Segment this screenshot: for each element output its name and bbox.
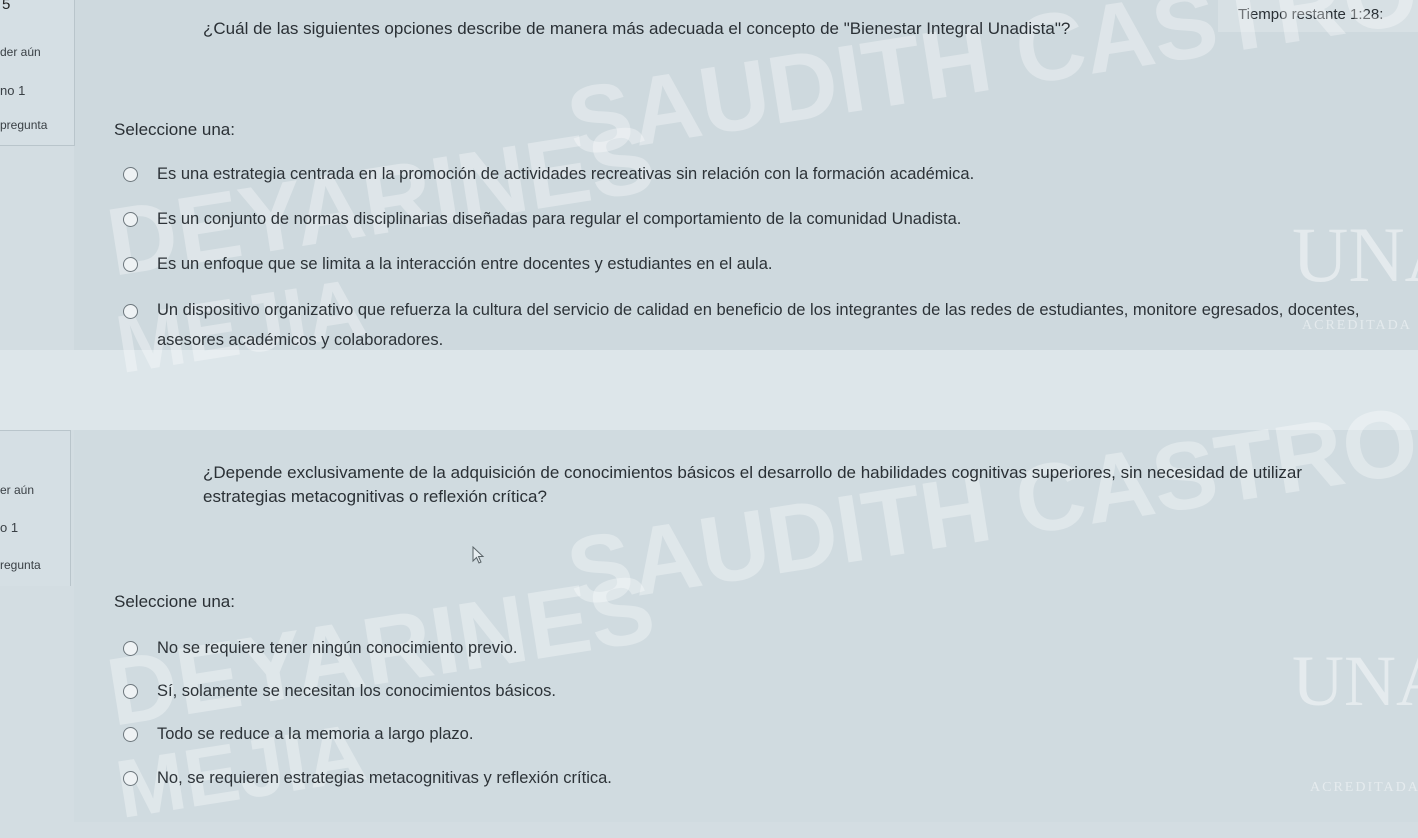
option-label: Es un conjunto de normas disciplinarias … (157, 210, 962, 228)
question-1-status: der aún (0, 45, 41, 59)
option-label: Es un enfoque que se limita a la interac… (157, 255, 773, 273)
radio-button[interactable] (123, 304, 138, 319)
question-1-option-d[interactable]: Un dispositivo organizativo que refuerza… (123, 299, 1409, 355)
question-1-select-label: Seleccione una: (114, 120, 235, 139)
question-2-option-a[interactable]: No se requiere tener ningún conocimiento… (123, 636, 517, 660)
radio-button[interactable] (123, 212, 138, 227)
question-1-option-c[interactable]: Es un enfoque que se limita a la interac… (123, 252, 772, 276)
question-2-flag-link[interactable]: regunta (0, 558, 41, 572)
question-1-flag-link[interactable]: pregunta (0, 118, 47, 132)
question-2-status: er aún (0, 483, 35, 497)
question-1-number: no 1 (0, 83, 26, 98)
question-2-option-c[interactable]: Todo se reduce a la memoria a largo plaz… (123, 722, 473, 746)
question-2-select-label: Seleccione una: (114, 592, 235, 611)
question-2-option-b[interactable]: Sí, solamente se necesitan los conocimie… (123, 679, 556, 703)
option-label: Es una estrategia centrada en la promoci… (157, 165, 975, 183)
radio-button[interactable] (123, 257, 138, 272)
question-separator (0, 350, 1418, 430)
radio-button[interactable] (123, 167, 138, 182)
question-1-option-a[interactable]: Es una estrategia centrada en la promoci… (123, 162, 974, 186)
question-1-option-b[interactable]: Es un conjunto de normas disciplinarias … (123, 207, 961, 231)
question-2-option-d[interactable]: No, se requieren estrategias metacogniti… (123, 766, 612, 790)
time-remaining: Tiempo restante 1:28: (1238, 6, 1384, 23)
question-2-number: o 1 (0, 520, 19, 535)
option-label: Todo se reduce a la memoria a largo plaz… (157, 725, 474, 743)
option-label: No, se requieren estrategias metacogniti… (157, 769, 612, 787)
option-label: Un dispositivo organizativo que refuerza… (157, 301, 1360, 349)
top-fragment: 5 (2, 0, 11, 13)
radio-button[interactable] (123, 727, 138, 742)
option-label: No se requiere tener ningún conocimiento… (157, 639, 518, 657)
option-label: Sí, solamente se necesitan los conocimie… (157, 682, 556, 700)
radio-button[interactable] (123, 641, 138, 656)
mouse-cursor-icon (472, 546, 485, 564)
radio-button[interactable] (123, 771, 138, 786)
question-1-text: ¿Cuál de las siguientes opciones describ… (203, 19, 1071, 38)
question-2-text-line-2: estrategias metacognitivas o reflexión c… (203, 487, 547, 506)
radio-button[interactable] (123, 684, 138, 699)
